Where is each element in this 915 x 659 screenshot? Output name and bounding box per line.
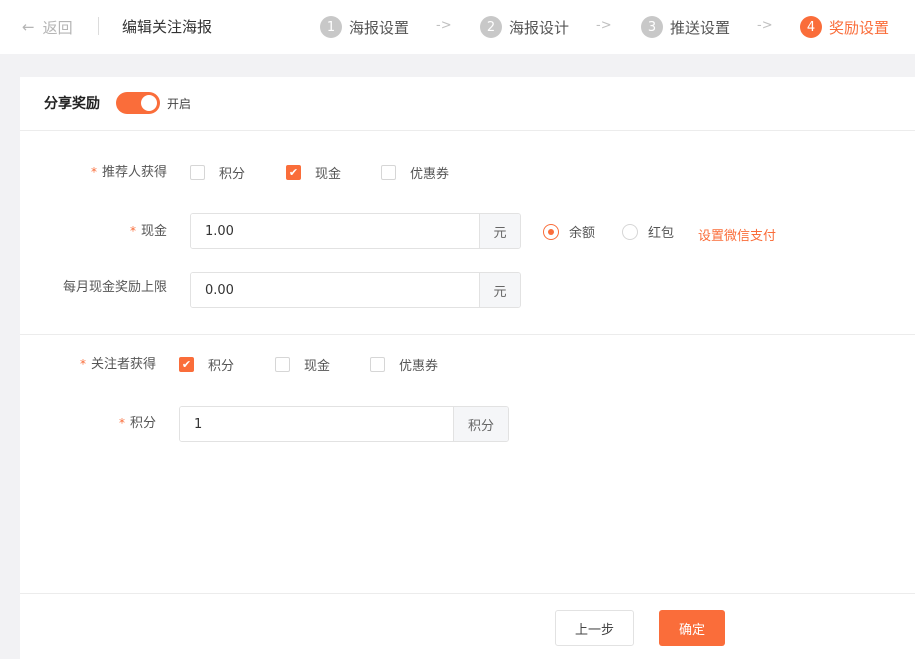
footer-divider (20, 593, 915, 594)
referrer-coupon-checkbox[interactable]: 优惠券 (381, 163, 449, 182)
radio-label: 红包 (648, 226, 675, 241)
share-reward-title: 分享奖励 (44, 96, 100, 112)
top-header: ← 返回 编辑关注海报 1 海报设置 -> 2 海报设计 -> 3 推送设置 -… (0, 0, 915, 54)
follower-points-checkbox[interactable]: ✔ 积分 (179, 355, 234, 374)
back-button[interactable]: ← 返回 (22, 16, 73, 38)
points-input-group: 积分 (179, 406, 509, 442)
follower-cash-checkbox[interactable]: 现金 (275, 355, 330, 374)
step-number: 2 (480, 16, 502, 38)
follower-gets-label: * 关注者获得 (79, 357, 156, 372)
share-reward-row: 分享奖励 开启 (44, 91, 191, 115)
reward-settings-card: 分享奖励 开启 *推荐人获得 积分 ✔ 现金 优惠券 *现金 元 余额 红包 设… (20, 77, 915, 659)
checkbox-box (370, 357, 385, 372)
step-number: 3 (641, 16, 663, 38)
stepper: 1 海报设置 -> 2 海报设计 -> 3 推送设置 -> 4 奖励设置 (320, 14, 893, 40)
points-label: * 积分 (118, 416, 156, 431)
cash-unit-suffix: 元 (479, 214, 520, 248)
checkbox-box (190, 165, 205, 180)
header-divider (98, 17, 99, 35)
step-poster-settings[interactable]: 1 海报设置 (320, 14, 409, 40)
arrow-left-icon: ← (22, 18, 35, 36)
cash-amount-input[interactable] (191, 214, 479, 248)
checkbox-box (275, 357, 290, 372)
points-input[interactable] (180, 407, 453, 441)
checkbox-label: 优惠券 (399, 359, 439, 374)
checkbox-label: 现金 (304, 359, 331, 374)
step-number: 4 (800, 16, 822, 38)
toggle-knob (141, 95, 157, 111)
checkbox-label: 现金 (315, 167, 342, 182)
radio-dot (543, 223, 559, 240)
wechat-pay-settings-link[interactable]: 设置微信支付 (698, 225, 776, 244)
confirm-button[interactable]: 确定 (659, 610, 725, 646)
step-label: 海报设置 (349, 18, 410, 37)
checkbox-label: 积分 (208, 359, 235, 374)
checkbox-box (381, 165, 396, 180)
cash-input-group: 元 (190, 213, 521, 249)
step-label: 奖励设置 (829, 18, 890, 37)
share-reward-toggle[interactable] (116, 92, 160, 114)
step-poster-design[interactable]: 2 海报设计 (480, 14, 569, 40)
step-number: 1 (320, 16, 342, 38)
required-marker: * (90, 165, 97, 179)
checkbox-label: 优惠券 (410, 167, 450, 182)
red-packet-radio[interactable]: 红包 (622, 222, 674, 241)
arrow-right-icon: -> (757, 18, 773, 33)
section-divider (20, 130, 915, 131)
step-label: 海报设计 (509, 18, 570, 37)
radio-label: 余额 (569, 226, 596, 241)
page-title: 编辑关注海报 (122, 18, 213, 36)
follower-coupon-checkbox[interactable]: 优惠券 (370, 355, 438, 374)
monthly-limit-unit-suffix: 元 (479, 273, 520, 307)
required-marker: * (129, 224, 136, 238)
step-reward-settings[interactable]: 4 奖励设置 (800, 14, 889, 40)
required-marker: * (79, 357, 86, 371)
referrer-points-checkbox[interactable]: 积分 (190, 163, 245, 182)
checkbox-label: 积分 (219, 167, 246, 182)
toggle-label: 开启 (167, 96, 192, 111)
step-push-settings[interactable]: 3 推送设置 (641, 14, 730, 40)
check-icon: ✔ (179, 357, 194, 372)
required-marker: * (118, 416, 125, 430)
check-icon: ✔ (286, 165, 301, 180)
arrow-right-icon: -> (596, 18, 612, 33)
referrer-gets-label: * 推荐人获得 (90, 165, 167, 180)
monthly-cash-limit-label: 每月现金奖励上限 (62, 280, 167, 295)
arrow-right-icon: -> (436, 18, 452, 33)
referrer-cash-checkbox[interactable]: ✔ 现金 (286, 163, 341, 182)
previous-step-button[interactable]: 上一步 (555, 610, 634, 646)
back-label: 返回 (42, 18, 73, 37)
section-divider (20, 334, 915, 335)
balance-radio[interactable]: 余额 (543, 222, 595, 241)
points-unit-suffix: 积分 (453, 407, 508, 441)
cash-label: * 现金 (129, 224, 167, 239)
monthly-limit-input[interactable] (191, 273, 479, 307)
radio-dot (622, 223, 638, 240)
step-label: 推送设置 (670, 18, 731, 37)
monthly-limit-input-group: 元 (190, 272, 521, 308)
